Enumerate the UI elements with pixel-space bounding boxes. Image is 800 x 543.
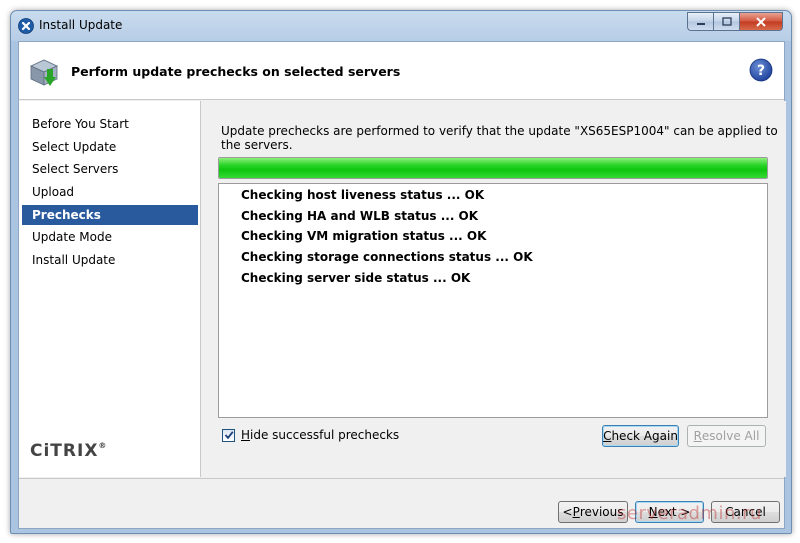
wizard-header: Perform update prechecks on selected ser… (19, 42, 784, 100)
xenserver-app-icon (18, 18, 34, 34)
hide-successful-prechecks-option[interactable]: Hide successful prechecks (222, 428, 399, 442)
button-label: heck Again (611, 429, 678, 443)
accelerator-key: C (603, 429, 612, 443)
precheck-progress-bar (218, 157, 768, 179)
window-title: Install Update (39, 18, 123, 32)
label-text: ide successful prechecks (250, 428, 400, 442)
resolve-all-button[interactable]: Resolve All (687, 425, 766, 447)
prechecks-panel: Update prechecks are performed to verify… (202, 101, 786, 477)
step-before-you-start[interactable]: Before You Start (22, 114, 198, 134)
window-controls (687, 12, 783, 32)
result-line: Checking host liveness status ... OK (241, 188, 485, 202)
precheck-results-list[interactable]: Checking host liveness status ... OK Che… (218, 183, 768, 418)
footer-separator (19, 478, 784, 479)
install-update-box-icon (30, 59, 58, 86)
help-icon[interactable]: ? (749, 58, 773, 82)
accelerator-key: R (693, 429, 702, 443)
wizard-steps-sidebar: Before You Start Select Update Select Se… (19, 101, 201, 477)
maximize-button[interactable] (713, 12, 739, 31)
step-select-update[interactable]: Select Update (22, 137, 198, 157)
hide-successful-checkbox[interactable] (222, 428, 235, 442)
step-update-mode[interactable]: Update Mode (22, 227, 198, 247)
hide-successful-label[interactable]: Hide successful prechecks (241, 428, 399, 442)
accelerator-key: H (241, 428, 251, 442)
close-icon (756, 16, 766, 27)
citrix-logo-text: CiTRIX (30, 441, 99, 461)
title-bar: Install Update (11, 11, 791, 41)
accelerator-key: P (572, 505, 580, 519)
svg-text:?: ? (757, 63, 765, 79)
checkmark-icon (224, 431, 234, 440)
close-button[interactable] (739, 12, 783, 31)
wizard-client-area: Perform update prechecks on selected ser… (18, 41, 786, 529)
install-update-window: Install Update Perform update prechecks … (10, 10, 792, 534)
result-line: Checking VM migration status ... OK (241, 229, 487, 243)
citrix-logo: CiTRIX® (30, 441, 108, 461)
result-line: Checking HA and WLB status ... OK (241, 209, 479, 223)
minimize-button[interactable] (687, 12, 713, 31)
intro-text: Update prechecks are performed to verify… (221, 124, 778, 152)
step-install-update[interactable]: Install Update (22, 250, 198, 270)
progress-fill (219, 158, 767, 178)
result-line: Checking storage connections status ... … (241, 250, 533, 264)
button-label: esolve All (701, 429, 760, 443)
page-title: Perform update prechecks on selected ser… (71, 64, 401, 79)
step-select-servers[interactable]: Select Servers (22, 159, 198, 179)
step-prechecks[interactable]: Prechecks (22, 205, 198, 225)
button-prefix: < (562, 505, 573, 519)
step-upload[interactable]: Upload (22, 182, 198, 202)
minimize-icon (696, 22, 705, 25)
maximize-icon (721, 17, 732, 26)
result-line: Checking server side status ... OK (241, 271, 471, 285)
check-again-button[interactable]: Check Again (602, 425, 679, 447)
watermark-text: serveradmin.ru (617, 503, 762, 524)
